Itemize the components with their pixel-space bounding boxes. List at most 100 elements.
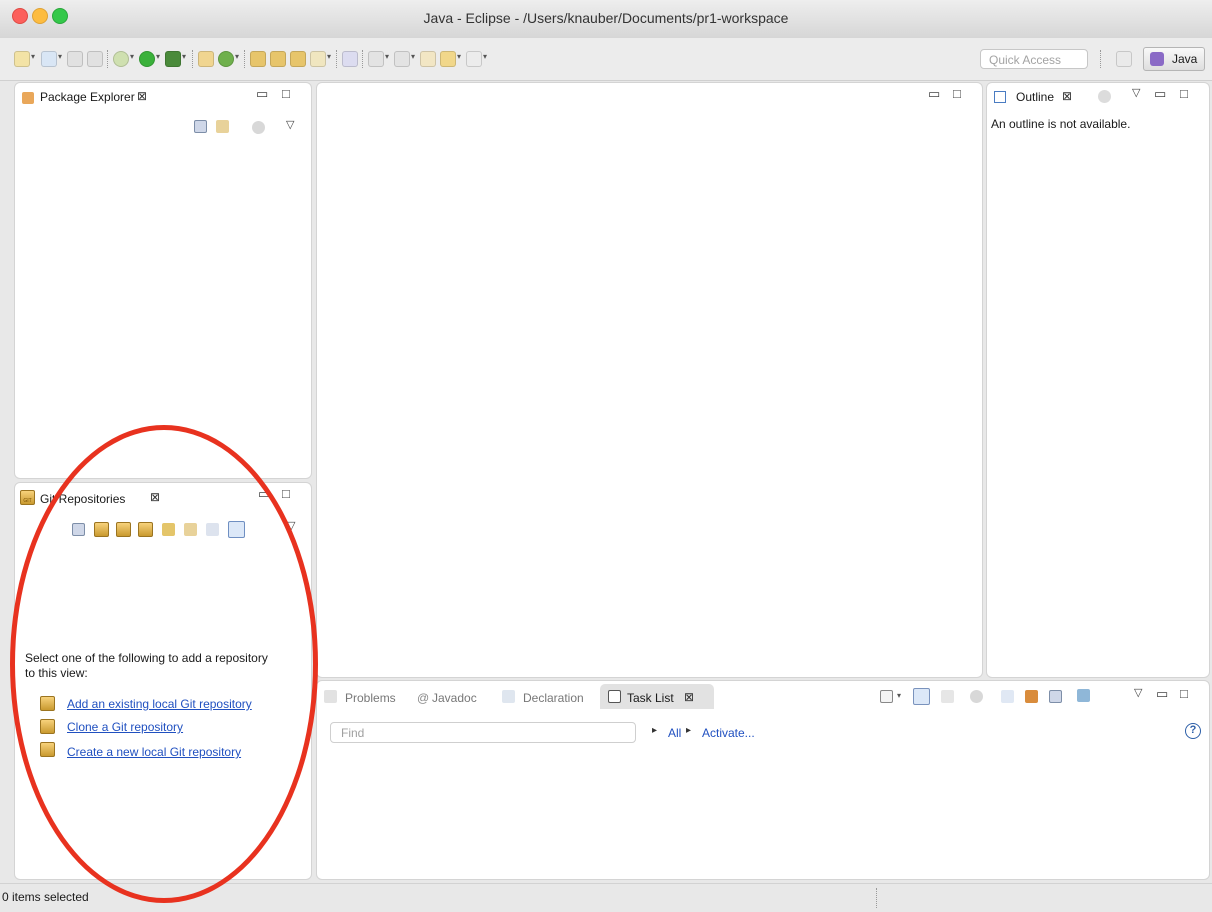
minimize-icon[interactable]: ▭ <box>1154 86 1166 102</box>
run-external-tool-icon[interactable] <box>165 51 181 67</box>
maximize-icon[interactable]: □ <box>282 86 290 101</box>
pen-tool-icon[interactable] <box>310 51 326 67</box>
activate-task-link[interactable]: Activate... <box>702 726 755 740</box>
forward-dropdown-caret-icon[interactable]: ▾ <box>483 52 487 61</box>
task-find-input[interactable] <box>330 722 636 743</box>
git-repositories-tab[interactable]: Git Repositories <box>40 492 125 506</box>
create-repository-link[interactable]: Create a new local Git repository <box>67 745 241 759</box>
minimize-icon[interactable]: ▭ <box>1156 686 1168 702</box>
back-arrow-icon[interactable] <box>440 51 456 67</box>
hierarchical-layout-icon[interactable] <box>206 523 219 536</box>
scheduled-icon[interactable] <box>941 690 954 703</box>
save-all-icon[interactable] <box>87 51 103 67</box>
minimize-icon[interactable]: ▭ <box>256 86 268 102</box>
open-type-icon[interactable] <box>250 51 266 67</box>
hide-completed-icon[interactable] <box>1001 690 1014 703</box>
categorized-icon[interactable] <box>913 688 930 705</box>
package-explorer-icon <box>22 92 34 104</box>
minimize-icon[interactable]: ▭ <box>258 486 270 502</box>
last-edit-location-icon[interactable] <box>420 51 436 67</box>
refresh-icon[interactable] <box>162 523 175 536</box>
previous-annotation-dropdown-caret-icon[interactable]: ▾ <box>411 52 415 61</box>
tab-declaration[interactable]: Declaration <box>523 691 584 705</box>
new-task-dropdown-caret-icon[interactable]: ▾ <box>897 691 901 700</box>
focus-on-workweek-icon[interactable] <box>970 690 983 703</box>
search-icon[interactable] <box>290 51 306 67</box>
show-repository-details-icon[interactable] <box>228 521 245 538</box>
quick-access-input[interactable]: Quick Access <box>980 49 1088 69</box>
java-perspective-label: Java <box>1172 52 1198 66</box>
new-task-icon[interactable] <box>880 690 893 703</box>
collapse-all-icon[interactable] <box>72 523 85 536</box>
search-dropdown-caret-icon[interactable]: ▾ <box>327 52 331 61</box>
bottom-panel <box>316 680 1210 880</box>
new-class-dropdown-caret-icon[interactable]: ▾ <box>235 52 239 61</box>
new-java-dropdown-caret-icon[interactable]: ▾ <box>58 52 62 61</box>
add-existing-repository-icon[interactable] <box>94 522 109 537</box>
close-icon[interactable]: ⊠ <box>1062 89 1072 103</box>
toggle-mark-occurrences-icon[interactable] <box>342 51 358 67</box>
view-menu-icon[interactable]: ▽ <box>1134 686 1142 699</box>
debug-icon[interactable] <box>113 51 129 67</box>
new-wizard-icon[interactable] <box>14 51 30 67</box>
next-annotation-dropdown-caret-icon[interactable]: ▾ <box>385 52 389 61</box>
new-java-element-icon[interactable] <box>41 51 57 67</box>
previous-annotation-icon[interactable] <box>394 51 410 67</box>
run-dropdown-caret-icon[interactable]: ▾ <box>156 52 160 61</box>
close-icon[interactable]: ⊠ <box>684 690 694 704</box>
status-bar <box>0 883 1212 912</box>
add-existing-repository-link[interactable]: Add an existing local Git repository <box>67 697 252 711</box>
git-repository-icon: GIT <box>20 490 35 505</box>
outline-tab[interactable]: Outline <box>1016 90 1054 104</box>
git-intro-text: Select one of the following to add a rep… <box>25 651 268 680</box>
java-perspective-button[interactable]: Java <box>1143 47 1205 71</box>
synchronize-icon[interactable] <box>1077 689 1090 702</box>
tab-javadoc[interactable]: Javadoc <box>432 691 477 705</box>
new-package-icon[interactable] <box>198 51 214 67</box>
minimize-icon[interactable]: ▭ <box>928 86 940 102</box>
clone-repository-link[interactable]: Clone a Git repository <box>67 720 183 734</box>
close-icon[interactable]: ⊠ <box>150 490 160 504</box>
external-tool-dropdown-caret-icon[interactable]: ▾ <box>182 52 186 61</box>
forward-arrow-icon[interactable] <box>466 51 482 67</box>
collapse-all-icon[interactable] <box>1049 690 1062 703</box>
show-mine-icon[interactable] <box>1025 690 1038 703</box>
debug-dropdown-caret-icon[interactable]: ▾ <box>130 52 134 61</box>
open-task-icon[interactable] <box>270 51 286 67</box>
new-dropdown-caret-icon[interactable]: ▾ <box>31 52 35 61</box>
maximize-icon[interactable]: □ <box>282 486 290 501</box>
outline-message: An outline is not available. <box>991 117 1131 131</box>
status-separator <box>876 888 877 908</box>
back-dropdown-caret-icon[interactable]: ▾ <box>457 52 461 61</box>
triangle-right-icon: ▸ <box>686 725 692 736</box>
focus-on-active-task-icon[interactable] <box>252 121 265 134</box>
run-icon[interactable] <box>139 51 155 67</box>
view-menu-icon[interactable]: ▽ <box>1132 86 1140 99</box>
tab-task-list[interactable]: Task List <box>627 691 674 705</box>
toolbar-separator <box>107 50 108 68</box>
editor-area <box>316 82 983 678</box>
open-perspective-icon[interactable] <box>1116 51 1132 67</box>
java-perspective-icon <box>1150 52 1164 66</box>
maximize-icon[interactable]: □ <box>1180 86 1188 101</box>
close-icon[interactable]: ⊠ <box>137 89 147 103</box>
link-with-editor-icon[interactable] <box>216 120 229 133</box>
tab-problems[interactable]: Problems <box>345 691 396 705</box>
new-class-icon[interactable] <box>218 51 234 67</box>
filter-all-link[interactable]: All <box>668 726 681 740</box>
create-repository-icon[interactable] <box>138 522 153 537</box>
declaration-icon <box>502 690 515 703</box>
collapse-all-icon[interactable] <box>194 120 207 133</box>
clone-repository-icon[interactable] <box>116 522 131 537</box>
link-with-selection-icon[interactable] <box>184 523 197 536</box>
help-icon[interactable]: ? <box>1185 723 1201 739</box>
create-repository-icon <box>40 742 55 757</box>
save-icon[interactable] <box>67 51 83 67</box>
maximize-icon[interactable]: □ <box>953 86 961 101</box>
maximize-icon[interactable]: □ <box>1180 686 1188 701</box>
view-menu-icon[interactable]: ▽ <box>287 519 295 532</box>
focus-on-active-task-icon[interactable] <box>1098 90 1111 103</box>
next-annotation-icon[interactable] <box>368 51 384 67</box>
package-explorer-tab[interactable]: Package Explorer <box>40 90 135 104</box>
view-menu-icon[interactable]: ▽ <box>286 118 294 131</box>
